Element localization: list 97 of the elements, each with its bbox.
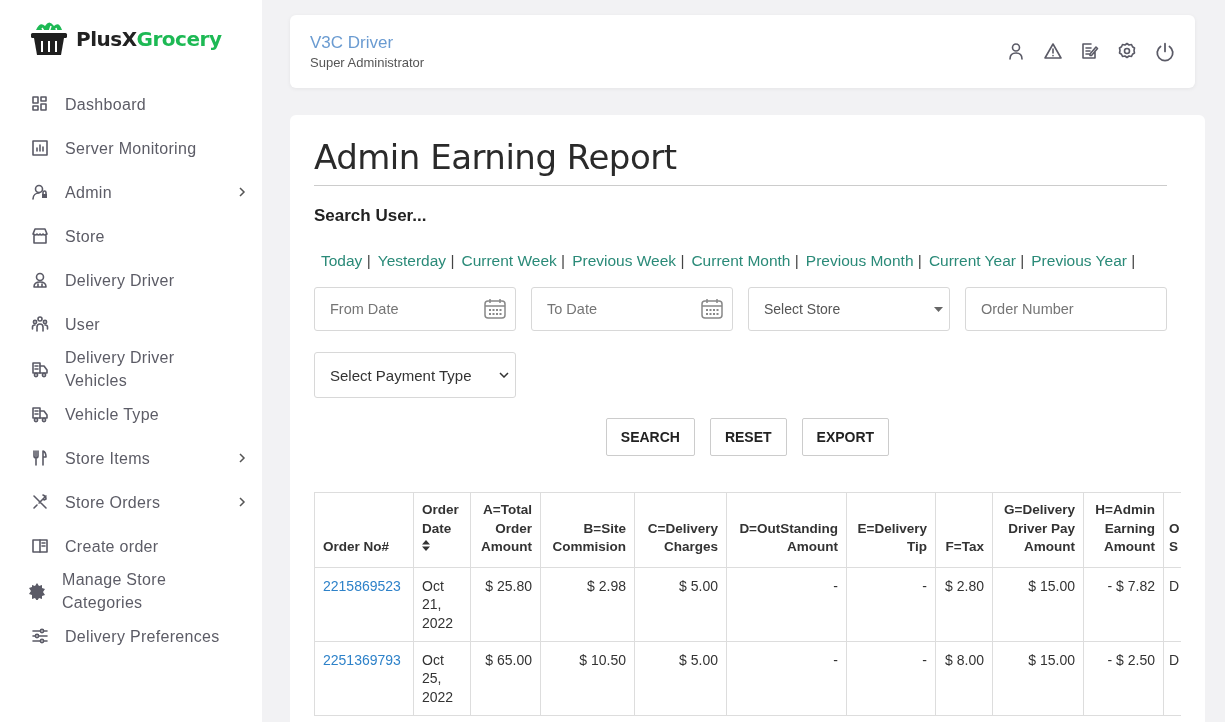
action-button[interactable]: SEARCH <box>605 418 695 456</box>
page-title: Admin Earning Report <box>314 137 1167 186</box>
users-icon <box>31 315 49 333</box>
user-icon[interactable] <box>1007 41 1025 60</box>
sliders-icon <box>31 627 49 645</box>
table-cell: $ 5.00 <box>634 567 727 641</box>
crossed-utensils-icon <box>31 493 49 511</box>
edit-icon[interactable] <box>1081 41 1099 60</box>
table-cell: - <box>846 641 936 715</box>
table-cell: $ 8.00 <box>935 641 993 715</box>
warning-icon[interactable] <box>1044 41 1062 60</box>
separator: | <box>1130 252 1136 269</box>
basket-logo-icon <box>30 20 68 58</box>
column-header: B=Site Commision <box>540 492 635 567</box>
person-icon <box>31 271 49 289</box>
table-cell: Oct 25, 2022 <box>413 641 471 715</box>
date-filter-link[interactable]: Yesterday <box>377 252 447 269</box>
user-name: V3C Driver <box>310 33 395 53</box>
starburst-icon <box>28 582 46 600</box>
date-filter-link[interactable]: Today <box>321 252 363 269</box>
table-cell: $ 15.00 <box>992 641 1084 715</box>
layout-icon <box>31 537 49 555</box>
date-filter-link[interactable]: Previous Year <box>1031 252 1127 269</box>
order-link[interactable]: 2251369793 <box>323 651 401 668</box>
nav-item[interactable]: Delivery Driver <box>0 258 262 302</box>
store-icon <box>31 227 49 245</box>
table-cell: $ 25.80 <box>470 567 541 641</box>
table-cell: $ 10.50 <box>540 641 635 715</box>
to-date-field[interactable]: To Date <box>531 287 733 331</box>
column-header: D=OutStanding Amount <box>726 492 847 567</box>
chevron-down-icon <box>499 372 509 378</box>
table-cell: $ 15.00 <box>992 567 1084 641</box>
order-link[interactable]: 2215869523 <box>323 577 401 594</box>
brand-name[interactable]: PlusXGrocery <box>76 27 222 51</box>
nav-item[interactable]: Vehicle Type <box>0 392 262 436</box>
action-button[interactable]: RESET <box>709 418 787 456</box>
table-cell: Oct 21, 2022 <box>413 567 471 641</box>
nav-item[interactable]: Store Orders <box>0 480 262 524</box>
table-cell: $ 2.98 <box>540 567 635 641</box>
separator: | <box>793 252 799 269</box>
sort-icon[interactable] <box>422 540 430 551</box>
date-filter-link[interactable]: Current Year <box>928 252 1016 269</box>
action-button[interactable]: EXPORT <box>801 418 890 456</box>
payment-type-dropdown[interactable]: Select Payment Type <box>314 352 516 398</box>
truck-icon <box>31 360 49 378</box>
separator: | <box>1019 252 1025 269</box>
nav-item[interactable]: Server Monitoring <box>0 126 262 170</box>
nav-item[interactable]: Admin <box>0 170 262 214</box>
user-lock-icon <box>31 183 49 201</box>
settings-icon[interactable] <box>1118 41 1136 60</box>
separator: | <box>365 252 371 269</box>
date-filter-link[interactable]: Current Month <box>691 252 791 269</box>
grid-icon <box>31 95 49 113</box>
date-filter-link[interactable]: Current Week <box>461 252 557 269</box>
chart-icon <box>31 139 49 157</box>
user-role: Super Administrator <box>310 55 425 70</box>
column-header[interactable]: Order Date <box>413 492 471 567</box>
table-cell: - <box>846 567 936 641</box>
column-header: A=Total Order Amount <box>470 492 541 567</box>
table-cell: $ 2.80 <box>935 567 993 641</box>
nav-item[interactable]: Delivery Preferences <box>0 614 262 658</box>
nav-item[interactable]: Store Items <box>0 436 262 480</box>
table-cell: - <box>726 567 847 641</box>
table-cell: $ 5.00 <box>634 641 727 715</box>
column-header: C=Delivery Charges <box>634 492 727 567</box>
calendar-icon[interactable] <box>700 298 724 320</box>
nav-item[interactable]: Delivery Driver Vehicles <box>0 346 262 392</box>
column-header: O S <box>1163 492 1181 567</box>
power-icon[interactable] <box>1155 41 1175 62</box>
separator: | <box>560 252 566 269</box>
nav-item[interactable]: Dashboard <box>0 82 262 126</box>
table-cell: $ 65.00 <box>470 641 541 715</box>
nav-item[interactable]: Manage Store Categories <box>0 568 262 614</box>
table-cell: - $ 2.50 <box>1083 641 1164 715</box>
separator: | <box>679 252 685 269</box>
column-header: E=Delivery Tip <box>846 492 936 567</box>
table-cell: - <box>726 641 847 715</box>
calendar-icon[interactable] <box>483 298 507 320</box>
caret-icon <box>934 306 943 312</box>
nav-item[interactable]: Create order <box>0 524 262 568</box>
column-header: Order No# <box>314 492 414 567</box>
column-header: G=Delivery Driver Pay Amount <box>992 492 1084 567</box>
truck-icon <box>31 405 49 423</box>
date-filter-link[interactable]: Previous Month <box>805 252 914 269</box>
separator: | <box>449 252 455 269</box>
store-dropdown[interactable]: Select Store <box>748 287 950 331</box>
column-header: H=Admin Earning Amount <box>1083 492 1164 567</box>
nav-item[interactable]: User <box>0 302 262 346</box>
order-number-field[interactable]: Order Number <box>965 287 1167 331</box>
separator: | <box>916 252 922 269</box>
date-filter-link[interactable]: Previous Week <box>572 252 677 269</box>
cutlery-icon <box>31 449 49 467</box>
from-date-field[interactable]: From Date <box>314 287 516 331</box>
table-cell: - $ 7.82 <box>1083 567 1164 641</box>
search-label: Search User... <box>314 206 428 226</box>
nav-item[interactable]: Store <box>0 214 262 258</box>
column-header: F=Tax <box>935 492 993 567</box>
